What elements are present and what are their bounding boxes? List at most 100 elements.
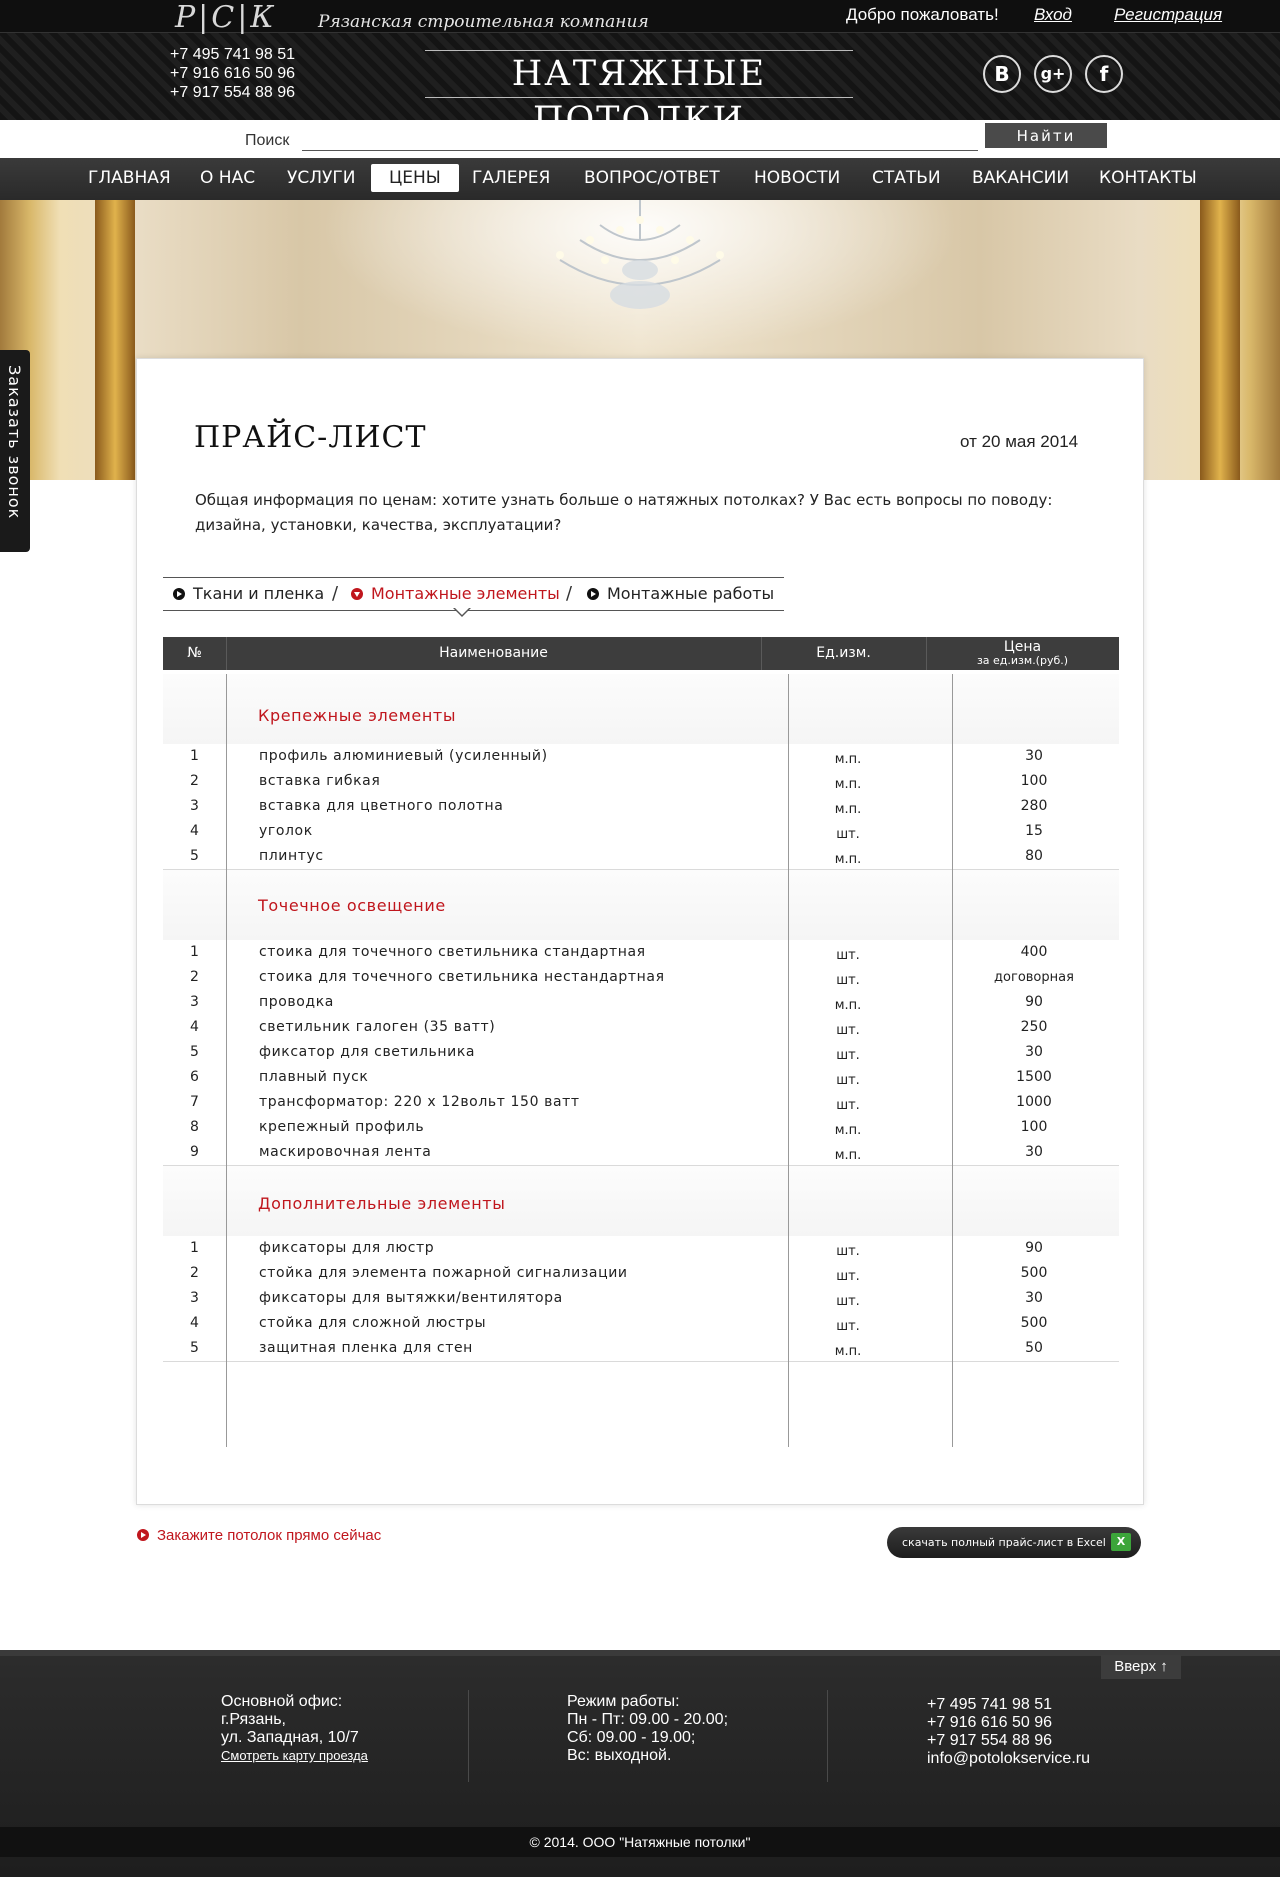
tab-separator: / (566, 583, 573, 604)
section-title: Крепежные элементы (258, 706, 457, 725)
row-name: стойка для сложной люстры (259, 1315, 487, 1331)
nav-item-about[interactable]: О НАС (200, 168, 255, 188)
table-row: 4 уголок шт. 15 (163, 819, 1119, 845)
nav-item-contacts[interactable]: КОНТАКТЫ (1099, 168, 1197, 188)
row-name: защитная пленка для стен (259, 1340, 473, 1356)
company-tagline: Рязанская строительная компания (318, 12, 649, 32)
row-price: 400 (1020, 944, 1048, 960)
nav-item-faq[interactable]: ВОПРОС/ОТВЕТ (584, 168, 720, 188)
table-row: 1 фиксаторы для люстр шт. 90 (163, 1236, 1119, 1262)
tab-separator: / (332, 583, 339, 604)
table-section-row: Крепежные элементы (163, 674, 1119, 745)
row-price: договорная (994, 970, 1074, 985)
table-row: 1 профиль алюминиевый (усиленный) м.п. 3… (163, 744, 1119, 770)
row-price: 30 (1025, 1144, 1043, 1160)
row-name: проводка (259, 994, 334, 1010)
search-input[interactable] (302, 128, 978, 151)
row-price: 30 (1025, 1044, 1043, 1060)
hours-title: Режим работы: (567, 1693, 680, 1710)
row-name: плинтус (259, 848, 324, 864)
phone-number: +7 917 554 88 96 (170, 84, 296, 101)
order-ceiling-link[interactable]: Закажите потолок прямо сейчас (137, 1527, 381, 1544)
table-row: 5 защитная пленка для стен м.п. 50 (163, 1336, 1119, 1362)
google-plus-icon[interactable]: g+ (1034, 55, 1072, 93)
tab-label: Монтажные элементы (371, 584, 560, 603)
row-price: 1000 (1016, 1094, 1052, 1110)
footer-email[interactable]: info@potolokservice.ru (927, 1750, 1090, 1768)
order-callback-tab[interactable]: Заказать звонок (0, 350, 30, 552)
row-name: стойка для элемента пожарной сигнализаци… (259, 1265, 628, 1281)
search-label: Поиск (245, 132, 290, 149)
table-divider (952, 674, 953, 1447)
table-divider (788, 674, 789, 1447)
table-section-row: Дополнительные элементы (163, 1166, 1119, 1237)
search-button[interactable]: Найти (985, 123, 1107, 148)
row-num: 1 (190, 748, 199, 764)
facebook-icon[interactable]: f (1085, 55, 1123, 93)
map-link[interactable]: Смотреть карту проезда (221, 1747, 368, 1765)
row-name: фиксатор для светильника (259, 1044, 476, 1060)
callback-tab-label: Заказать звонок (5, 365, 24, 520)
office-line: ул. Западная, 10/7 (221, 1729, 359, 1746)
table-row: 1 стоика для точечного светильника станд… (163, 940, 1119, 966)
copyright: © 2014. ООО "Натяжные потолки" (0, 1827, 1280, 1857)
row-name: фиксаторы для люстр (259, 1240, 435, 1256)
row-price: 50 (1025, 1340, 1043, 1356)
price-header-sub: за ед.изм.(руб.) (976, 654, 1069, 667)
nav-item-gallery[interactable]: ГАЛЕРЕЯ (472, 168, 550, 188)
table-row: 3 вставка для цветного полотна м.п. 280 (163, 794, 1119, 820)
table-row: 4 стойка для сложной люстры шт. 500 (163, 1311, 1119, 1337)
excel-icon: X (1111, 1533, 1131, 1551)
company-logo[interactable]: Р|С|К (175, 0, 277, 35)
tab-label: Ткани и пленка (193, 584, 325, 603)
row-num: 7 (190, 1094, 199, 1110)
table-row: 5 плинтус м.п. 80 (163, 844, 1119, 870)
footer-contacts: +7 495 741 98 51 +7 916 616 50 96 +7 917… (927, 1696, 1090, 1768)
row-price: 80 (1025, 848, 1043, 864)
vk-icon[interactable]: B (983, 55, 1021, 93)
download-excel-button[interactable]: скачать полный прайс-лист в Excel X (887, 1527, 1141, 1558)
tab-mounting-elements[interactable]: Монтажные элементы (351, 584, 560, 603)
row-name: стоика для точечного светильника нестанд… (259, 969, 665, 985)
row-price: 500 (1020, 1315, 1048, 1331)
nav-item-home[interactable]: ГЛАВНАЯ (88, 168, 171, 188)
row-name: плавный пуск (259, 1069, 369, 1085)
row-price: 250 (1020, 1019, 1048, 1035)
section-title: Дополнительные элементы (258, 1194, 506, 1213)
register-link[interactable]: Регистрация (1114, 5, 1222, 25)
tab-mounting-works[interactable]: Монтажные работы (587, 584, 774, 603)
hours-line: Вс: выходной. (567, 1747, 672, 1764)
row-num: 8 (190, 1119, 199, 1135)
nav-item-news[interactable]: НОВОСТИ (754, 168, 840, 188)
price-list-date: от 20 мая 2014 (960, 432, 1079, 451)
row-num: 3 (190, 798, 199, 814)
arrow-right-icon (137, 1529, 149, 1541)
tab-label: Монтажные работы (607, 584, 775, 603)
footer-office: Основной офис: г.Рязань, ул. Западная, 1… (221, 1693, 368, 1765)
footer-divider (468, 1690, 469, 1782)
tab-fabrics[interactable]: Ткани и пленка (173, 584, 324, 603)
arrow-down-icon (351, 588, 363, 600)
row-price: 500 (1020, 1265, 1048, 1281)
welcome-text: Добро пожаловать! (846, 5, 999, 24)
scroll-top-button[interactable]: Вверх ↑ (1101, 1655, 1181, 1679)
row-name: вставка гибкая (259, 773, 381, 789)
row-price: 30 (1025, 1290, 1043, 1306)
table-row: 2 стойка для элемента пожарной сигнализа… (163, 1261, 1119, 1287)
nav-item-services[interactable]: УСЛУГИ (287, 168, 355, 188)
nav-item-prices[interactable]: ЦЕНЫ (371, 164, 459, 192)
row-num: 4 (190, 1019, 199, 1035)
table-section-row: Точечное освещение (163, 870, 1119, 941)
row-price: 1500 (1016, 1069, 1052, 1085)
site-title: НАТЯЖНЫЕ ПОТОЛКИ (425, 50, 853, 140)
nav-item-vacancies[interactable]: ВАКАНСИИ (972, 168, 1069, 188)
price-table-header: № Наименование Ед.изм. Цена за ед.изм.(р… (163, 637, 1119, 670)
row-num: 1 (190, 944, 199, 960)
footer-hours: Режим работы: Пн - Пт: 09.00 - 20.00; Сб… (567, 1693, 728, 1765)
row-num: 2 (190, 1265, 199, 1281)
nav-item-articles[interactable]: СТАТЬИ (872, 168, 941, 188)
phone-number: +7 495 741 98 51 (170, 46, 296, 63)
login-link[interactable]: Вход (1034, 5, 1072, 25)
row-num: 3 (190, 994, 199, 1010)
row-num: 2 (190, 969, 199, 985)
